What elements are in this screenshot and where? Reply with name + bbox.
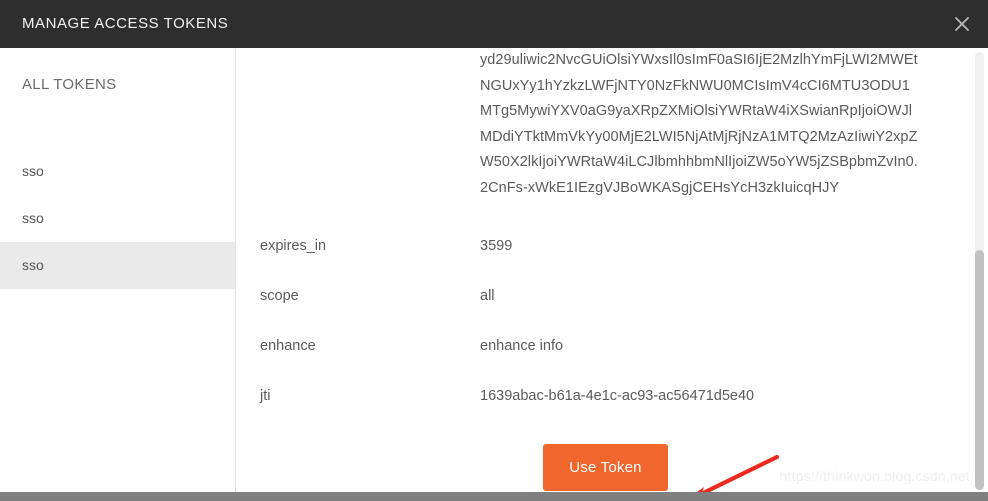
sidebar-item-token-1[interactable]: sso <box>0 148 235 195</box>
sidebar-token-list: sso sso sso <box>0 148 235 289</box>
field-value-scope: all <box>480 288 495 304</box>
sidebar-item-token-2[interactable]: sso <box>0 195 235 242</box>
field-value-expires-in: 3599 <box>480 238 513 254</box>
dialog-body: ALL TOKENS sso sso sso yd29uliwic2NvcGUi… <box>0 48 988 501</box>
token-detail-panel: yd29uliwic2NvcGUiOlsiYWxsIl0sImF0aSI6IjE… <box>236 48 988 492</box>
use-token-button[interactable]: Use Token <box>543 444 668 491</box>
token-field-list: expires_in 3599 scope all enhance enhanc… <box>236 228 988 428</box>
sidebar-heading: ALL TOKENS <box>22 76 117 93</box>
access-token-value: yd29uliwic2NvcGUiOlsiYWxsIl0sImF0aSI6IjE… <box>480 52 918 196</box>
token-list-sidebar: ALL TOKENS sso sso sso <box>0 48 236 492</box>
field-label-expires-in: expires_in <box>260 238 327 254</box>
manage-access-tokens-dialog: MANAGE ACCESS TOKENS ALL TOKENS sso sso … <box>0 0 988 501</box>
field-label-scope: scope <box>260 288 299 304</box>
field-label-enhance: enhance <box>260 338 316 354</box>
dialog-title: MANAGE ACCESS TOKENS <box>22 15 229 32</box>
watermark-text: https://thinkwon.blog.csdn.net <box>779 468 970 484</box>
field-value-enhance: enhance info <box>480 338 564 354</box>
token-field-row: enhance enhance info <box>236 328 988 378</box>
bottom-bar <box>0 492 988 501</box>
field-label-jti: jti <box>260 388 271 404</box>
dialog-titlebar: MANAGE ACCESS TOKENS <box>0 0 988 48</box>
token-field-row: jti 1639abac-b61a-4e1c-ac93-ac56471d5e40 <box>236 378 988 428</box>
token-field-row: expires_in 3599 <box>236 228 988 278</box>
sidebar-item-token-3[interactable]: sso <box>0 242 235 289</box>
close-icon[interactable] <box>946 8 978 40</box>
field-value-jti: 1639abac-b61a-4e1c-ac93-ac56471d5e40 <box>480 388 755 404</box>
token-field-row: scope all <box>236 278 988 328</box>
vertical-scrollbar-thumb[interactable] <box>975 250 984 490</box>
vertical-scrollbar-track[interactable] <box>975 52 984 490</box>
